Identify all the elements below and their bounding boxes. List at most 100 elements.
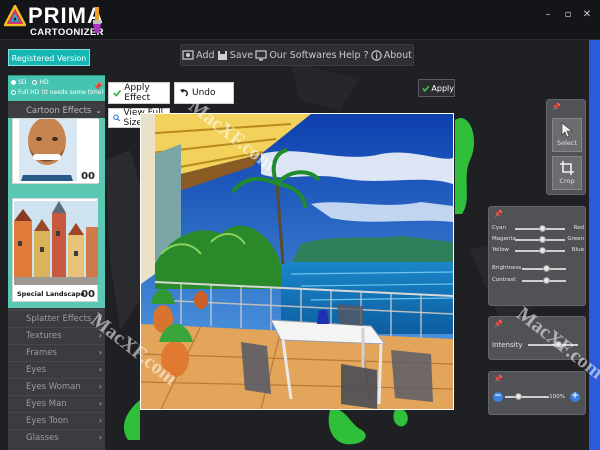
- category-glasses[interactable]: Glasses ›: [8, 429, 105, 450]
- magnifier-icon: [113, 114, 121, 122]
- crop-label: Crop: [559, 177, 575, 185]
- info-icon: [371, 49, 382, 61]
- app-logo: PRIMA CARTOONIZER: [4, 3, 108, 39]
- category-label: Eyes: [26, 365, 47, 375]
- menu-add-label: Add: [196, 49, 215, 61]
- checkmark-icon: [113, 89, 122, 97]
- checkmark-icon: [422, 85, 430, 92]
- window-edge: [589, 40, 600, 450]
- apply-effect-label: Apply Effect: [124, 83, 151, 103]
- effects-thumbnail-list: 00 Special Landscape 00: [8, 117, 105, 308]
- category-label: Splatter Effects: [26, 314, 92, 324]
- pin-icon[interactable]: 📌: [494, 320, 503, 328]
- slider-knob[interactable]: [514, 393, 522, 400]
- cartoonized-photo: [141, 114, 453, 409]
- category-label: Frames: [26, 348, 57, 358]
- chevron-right-icon: ›: [98, 416, 102, 425]
- menu-our-softwares-button[interactable]: Our Softwares: [255, 49, 337, 61]
- radio-fullhd-label: Full HD (It needs some time): [18, 89, 104, 96]
- menu-about-label: About: [383, 49, 412, 61]
- cursor-arrow-icon: [561, 122, 573, 138]
- tool-panel: 📌 Select Crop: [546, 99, 586, 195]
- radio-dot: [11, 90, 16, 95]
- category-label: Eyes Woman: [26, 382, 81, 392]
- zoom-out-button[interactable]: −: [493, 392, 503, 402]
- zoom-slider[interactable]: 100%: [505, 393, 565, 401]
- minimize-icon[interactable]: –: [541, 8, 555, 22]
- radio-fullhd[interactable]: Full HD (It needs some time): [11, 89, 104, 96]
- cartoon-effects-header[interactable]: Cartoon Effects ⌄: [8, 104, 105, 118]
- radio-dot: [11, 80, 16, 85]
- main-menu-bar: Add Save Our Softwares Help ? About: [180, 44, 414, 66]
- pin-icon[interactable]: 📌: [494, 375, 503, 383]
- pin-icon[interactable]: 📌: [93, 82, 103, 91]
- apply-effect-button[interactable]: Apply Effect: [108, 82, 170, 104]
- category-eyes-man[interactable]: Eyes Man ›: [8, 395, 105, 412]
- add-photo-icon: [182, 50, 194, 60]
- slider-label: Brightness: [492, 265, 522, 271]
- zoom-panel: 📌 − 100% +: [488, 371, 586, 415]
- registered-version-badge: Registered Version: [8, 49, 90, 66]
- category-eyes-toon[interactable]: Eyes Toon ›: [8, 412, 105, 429]
- slider-knob[interactable]: [539, 225, 546, 232]
- chevron-right-icon: ›: [98, 365, 102, 374]
- slider-left-label: Yellow: [492, 247, 509, 253]
- thumbnail-count: 00: [81, 289, 95, 300]
- chevron-right-icon: ›: [98, 433, 102, 442]
- zoom-percent: 100%: [549, 394, 565, 400]
- slider-left-label: Magenta: [492, 236, 517, 242]
- slider-right-label: Blue: [571, 247, 584, 253]
- radio-sd[interactable]: SD HD: [11, 79, 49, 86]
- pin-icon[interactable]: 📌: [494, 210, 503, 218]
- select-label: Select: [556, 139, 578, 147]
- category-eyes[interactable]: Eyes ›: [8, 361, 105, 378]
- maximize-icon[interactable]: ▫: [561, 8, 575, 22]
- select-tool-button[interactable]: Select: [552, 118, 582, 152]
- resolution-options: SD HD Full HD (It needs some time): [8, 75, 105, 101]
- image-canvas[interactable]: [140, 113, 454, 410]
- slider-label: Contrast: [492, 277, 516, 283]
- close-icon[interactable]: ✕: [580, 8, 594, 22]
- zoom-in-button[interactable]: +: [570, 392, 580, 402]
- menu-help-button[interactable]: Help ?: [339, 50, 369, 61]
- logo-triangle-icon: [4, 5, 26, 27]
- chevron-down-icon: ⌄: [95, 106, 102, 115]
- slider-knob[interactable]: [542, 265, 550, 272]
- menu-add-button[interactable]: Add: [182, 49, 215, 61]
- category-label: Eyes Man: [26, 399, 67, 409]
- color-adjust-panel: 📌 Cyan Red Magenta Green Yellow Blue Bri…: [488, 206, 586, 306]
- crop-tool-button[interactable]: Crop: [552, 156, 582, 190]
- brightness-slider[interactable]: Brightness: [492, 265, 584, 273]
- slider-left-label: Cyan: [492, 225, 506, 231]
- slider-knob[interactable]: [539, 236, 546, 243]
- category-eyes-woman[interactable]: Eyes Woman ›: [8, 378, 105, 395]
- radio-hd-label: HD: [39, 79, 49, 86]
- apply-button[interactable]: Apply: [418, 79, 455, 97]
- menu-our-softwares-label: Our Softwares: [269, 49, 337, 61]
- software-icon: [255, 49, 267, 60]
- effect-thumbnail[interactable]: 00: [12, 117, 99, 184]
- intensity-label: Intensity: [492, 341, 523, 349]
- slider-knob[interactable]: [539, 247, 546, 254]
- yellow-blue-slider[interactable]: Yellow Blue: [492, 247, 584, 255]
- thumbnail-count: 00: [81, 171, 95, 182]
- slider-right-label: Green: [567, 236, 584, 242]
- pin-icon[interactable]: 📌: [552, 103, 561, 111]
- contrast-slider[interactable]: Contrast: [492, 277, 584, 285]
- category-frames[interactable]: Frames ›: [8, 344, 105, 361]
- effect-thumbnail[interactable]: Special Landscape 00: [12, 198, 98, 302]
- landscape-thumbnail-image: [14, 201, 98, 285]
- chevron-right-icon: ›: [98, 348, 102, 357]
- chevron-right-icon: ›: [98, 399, 102, 408]
- menu-save-button[interactable]: Save: [217, 50, 253, 61]
- apply-label: Apply: [431, 83, 454, 93]
- magenta-green-slider[interactable]: Magenta Green: [492, 236, 584, 244]
- menu-help-label: Help ?: [338, 49, 369, 61]
- menu-save-label: Save: [229, 49, 254, 61]
- menu-about-button[interactable]: About: [371, 50, 412, 61]
- radio-hd-dot[interactable]: [32, 80, 38, 85]
- cyan-red-slider[interactable]: Cyan Red: [492, 225, 584, 233]
- slider-knob[interactable]: [542, 277, 550, 284]
- slider-track: [505, 396, 549, 398]
- category-label: Glasses: [26, 433, 59, 443]
